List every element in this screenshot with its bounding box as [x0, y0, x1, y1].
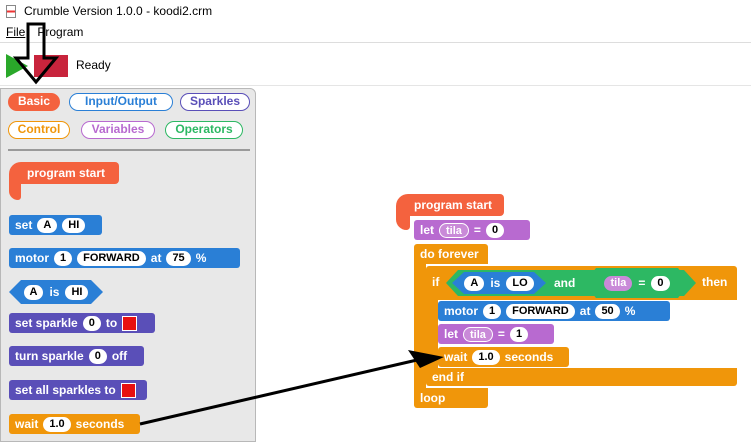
motor-speed-field[interactable]: 75 — [166, 250, 191, 266]
motor-number-field[interactable]: 1 — [483, 303, 502, 319]
palette-divider — [8, 149, 250, 151]
end-if-block[interactable]: end if — [426, 368, 737, 386]
block-keyword: = — [473, 223, 481, 237]
category-sparkles-tab[interactable]: Sparkles — [180, 93, 250, 111]
title-bar: Crumble Version 1.0.0 - koodi2.crm — [0, 0, 751, 22]
variable-field[interactable]: tila — [439, 222, 469, 238]
block-keyword: wait — [444, 350, 468, 364]
block-keyword: at — [579, 304, 591, 318]
palette-wait-block[interactable]: wait 1.0 seconds — [9, 414, 140, 434]
script-let-block[interactable]: let tila = 0 — [414, 220, 530, 240]
block-keyword: set all sparkles to — [15, 383, 116, 397]
value-field[interactable]: HI — [62, 217, 86, 233]
block-label: program start — [414, 198, 493, 212]
value-field[interactable]: LO — [506, 276, 533, 291]
pin-field[interactable]: A — [24, 285, 44, 300]
block-keyword: turn sparkle — [15, 349, 84, 363]
do-forever-arm — [414, 264, 426, 388]
palette-set-all-sparkles-block[interactable]: set all sparkles to — [9, 380, 147, 400]
block-keyword: is — [49, 285, 60, 299]
and-keyword: and — [554, 276, 576, 290]
block-keyword: then — [702, 275, 728, 289]
wait-value-field[interactable]: 1.0 — [472, 349, 500, 365]
if-arm — [426, 300, 438, 368]
do-forever-block[interactable]: do forever — [414, 244, 488, 264]
variable-field[interactable]: tila — [604, 276, 632, 291]
color-swatch[interactable] — [120, 382, 136, 398]
category-input-output-tab[interactable]: Input/Output — [69, 93, 173, 111]
value-field[interactable]: HI — [65, 285, 88, 300]
stop-button[interactable] — [34, 55, 68, 77]
script-wait-block[interactable]: wait 1.0 seconds — [438, 347, 569, 367]
value-field[interactable]: 1 — [509, 326, 529, 342]
palette-turn-sparkle-off-block[interactable]: turn sparkle 0 off — [9, 346, 144, 366]
block-keyword: set — [15, 218, 33, 232]
menu-program[interactable]: Program — [37, 25, 83, 39]
block-keyword: % — [195, 251, 207, 265]
wait-value-field[interactable]: 1.0 — [43, 416, 71, 432]
loop-block[interactable]: loop — [414, 388, 488, 408]
block-keyword: if — [432, 275, 440, 289]
app-icon — [6, 4, 16, 18]
block-keyword: off — [111, 349, 128, 363]
block-keyword: = — [497, 327, 505, 341]
motor-speed-field[interactable]: 50 — [595, 303, 620, 319]
category-variables-tab[interactable]: Variables — [81, 121, 155, 139]
category-basic-tab[interactable]: Basic — [8, 93, 60, 111]
value-field[interactable]: 0 — [485, 222, 505, 238]
window-title: Crumble Version 1.0.0 - koodi2.crm — [24, 4, 213, 18]
script-motor-block[interactable]: motor 1 FORWARD at 50 % — [438, 301, 670, 321]
pin-field[interactable]: A — [37, 217, 58, 233]
block-keyword: motor — [15, 251, 49, 265]
palette-motor-block[interactable]: motor 1 FORWARD at 75 % — [9, 248, 240, 268]
block-keyword: % — [624, 304, 636, 318]
variable-field[interactable]: tila — [463, 326, 493, 342]
block-keyword: let — [444, 327, 459, 341]
program-start-tail — [396, 216, 410, 230]
run-button[interactable] — [6, 54, 28, 78]
block-label: program start — [27, 166, 106, 180]
block-keyword: do forever — [420, 247, 479, 261]
block-keyword: let — [420, 223, 435, 237]
palette-pin-is-block[interactable]: A is HI — [9, 280, 103, 304]
block-keyword: end if — [432, 370, 464, 384]
motor-direction-field[interactable]: FORWARD — [77, 250, 146, 266]
color-swatch[interactable] — [122, 315, 138, 331]
block-keyword: seconds — [75, 417, 125, 431]
sparkle-number-field[interactable]: 0 — [82, 315, 101, 331]
block-keyword: = — [638, 276, 646, 290]
script-let-block-2[interactable]: let tila = 1 — [438, 324, 554, 344]
block-keyword: seconds — [504, 350, 554, 364]
palette-set-pin-block[interactable]: set A HI — [9, 215, 102, 235]
block-keyword: is — [490, 276, 501, 290]
block-keyword: motor — [444, 304, 478, 318]
pin-is-condition-block[interactable]: A is LO — [452, 272, 546, 294]
category-operators-tab[interactable]: Operators — [165, 121, 243, 139]
palette-set-sparkle-block[interactable]: set sparkle 0 to — [9, 313, 155, 333]
palette-program-start-block[interactable]: program start — [9, 162, 119, 184]
menu-file[interactable]: File — [6, 25, 25, 39]
status-text: Ready — [76, 58, 111, 72]
block-keyword: to — [105, 316, 118, 330]
block-keyword: set sparkle — [15, 316, 78, 330]
script-program-start-block[interactable]: program start — [396, 194, 504, 216]
category-control-tab[interactable]: Control — [8, 121, 70, 139]
block-keyword: loop — [420, 391, 446, 405]
motor-direction-field[interactable]: FORWARD — [506, 303, 575, 319]
value-field[interactable]: 0 — [651, 276, 669, 291]
pin-field[interactable]: A — [464, 276, 484, 291]
sparkle-number-field[interactable]: 0 — [88, 348, 107, 364]
block-keyword: at — [150, 251, 162, 265]
menu-bar: File Program — [0, 22, 751, 42]
toolbar: Ready — [0, 42, 751, 86]
block-keyword: wait — [15, 417, 39, 431]
motor-number-field[interactable]: 1 — [54, 250, 73, 266]
equals-condition-block[interactable]: tila = 0 — [584, 268, 690, 298]
